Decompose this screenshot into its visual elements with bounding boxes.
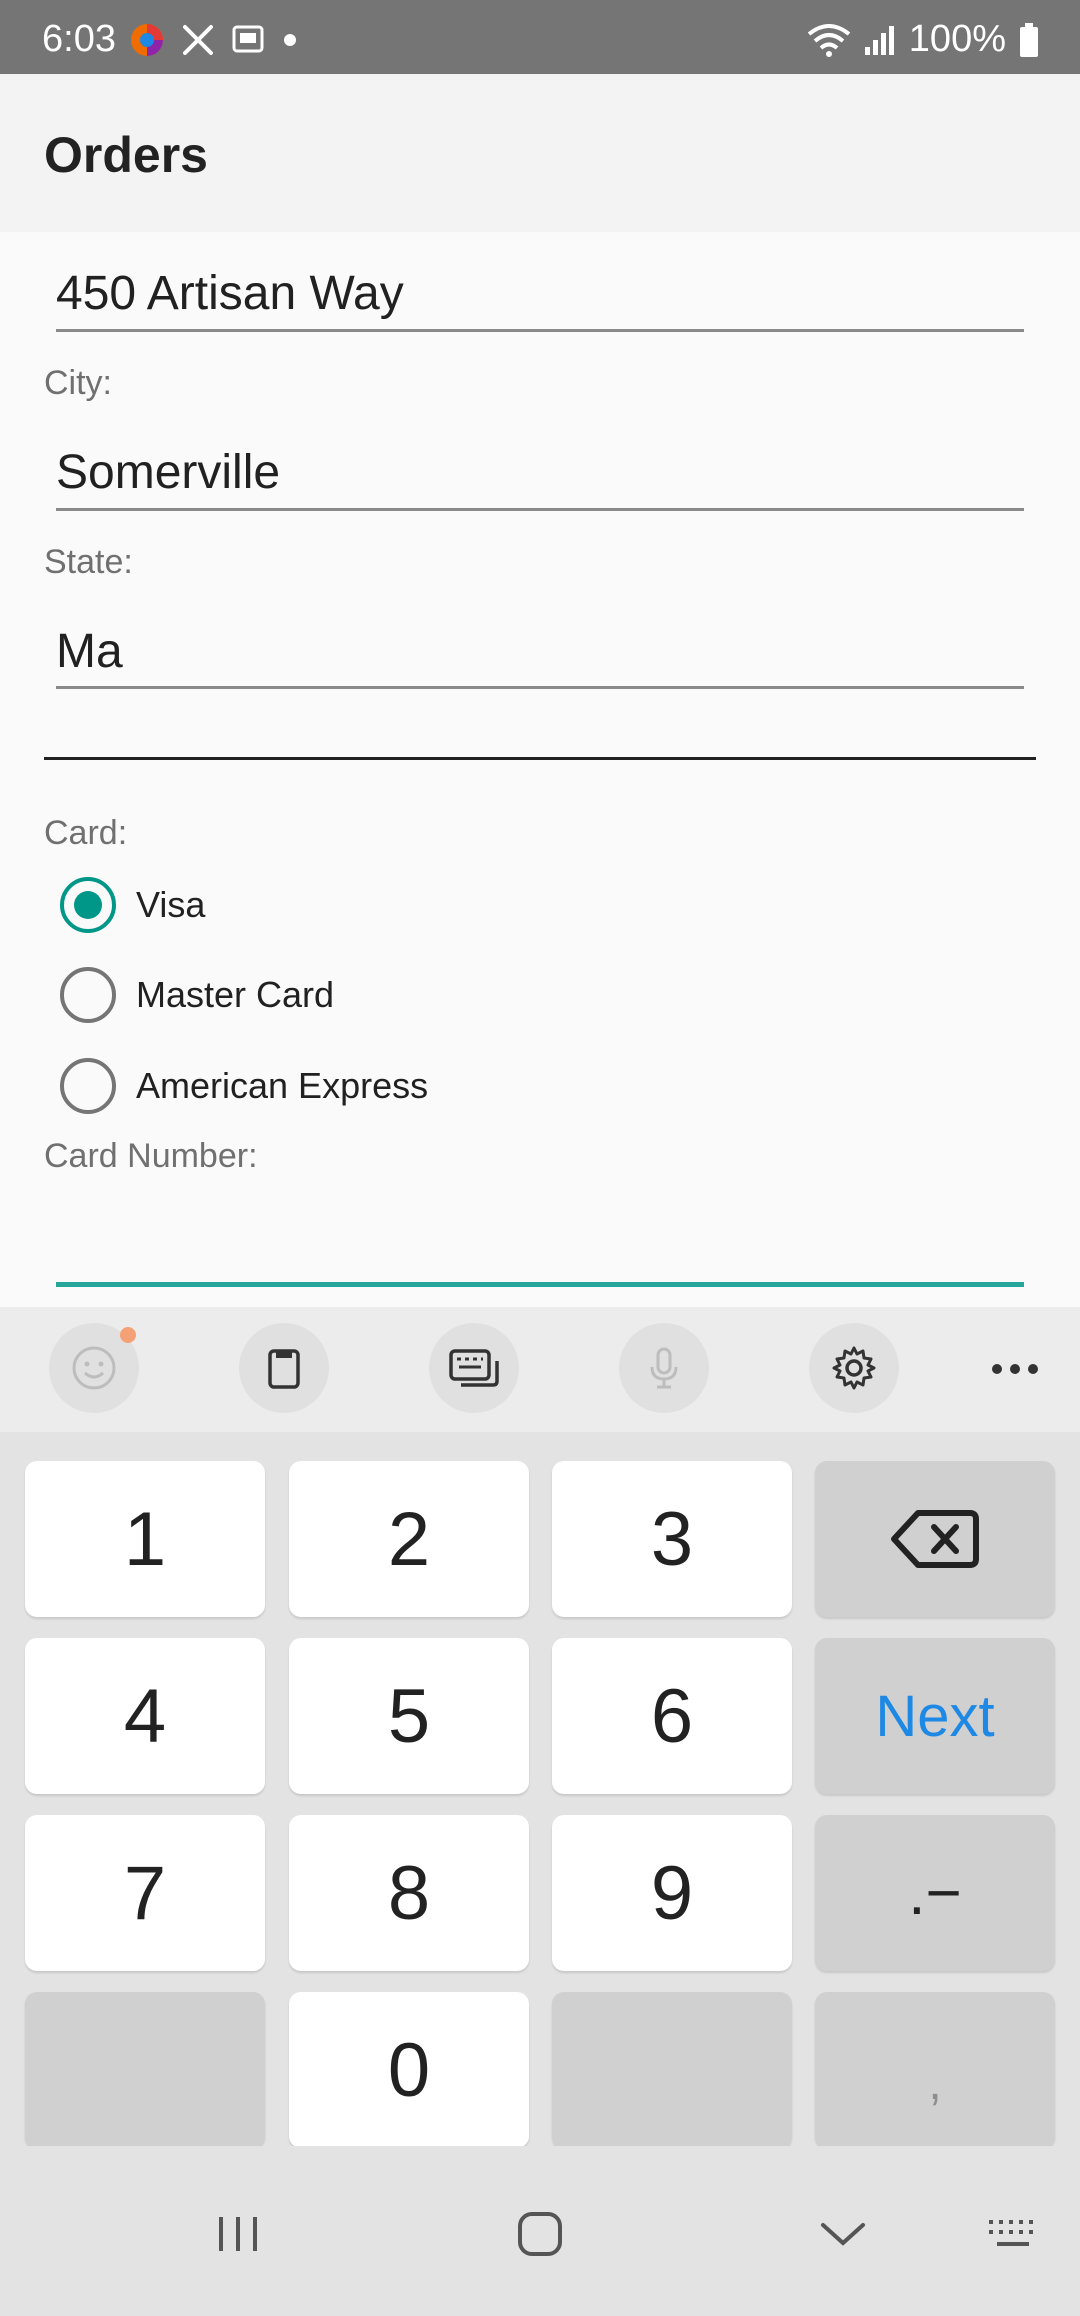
card-option-amex[interactable]: American Express — [60, 1056, 428, 1116]
battery-icon — [1020, 22, 1038, 57]
card-option-visa[interactable]: Visa — [60, 875, 205, 935]
blank-key-right — [552, 1992, 792, 2148]
card-label: Card: — [44, 814, 128, 852]
radio-visa-checked[interactable] — [60, 877, 116, 933]
more-icon — [992, 1364, 1038, 1374]
app-bar: Orders — [0, 74, 1080, 232]
card-number-underline-focused — [56, 1282, 1024, 1287]
state-field[interactable]: Ma — [56, 624, 123, 679]
clipboard-button[interactable] — [239, 1323, 329, 1413]
signal-icon — [864, 25, 894, 55]
key-4[interactable]: 4 — [25, 1638, 265, 1794]
key-2[interactable]: 2 — [289, 1461, 529, 1617]
status-bar: 6:03 100% — [0, 0, 1080, 74]
recent-apps-icon — [219, 2217, 257, 2251]
radio-amex[interactable] — [60, 1058, 116, 1114]
period-minus-key[interactable]: .− — [815, 1815, 1055, 1971]
keyboard-mode-button[interactable] — [429, 1323, 519, 1413]
comma-key[interactable]: , — [815, 1992, 1055, 2148]
mic-icon — [650, 1347, 678, 1389]
street-field[interactable]: 450 Artisan Way — [56, 266, 404, 321]
status-right: 100% — [807, 18, 1040, 61]
state-underline — [56, 686, 1024, 689]
home-icon — [518, 2212, 562, 2256]
key-8[interactable]: 8 — [289, 1815, 529, 1971]
section-divider — [44, 757, 1036, 760]
key-1[interactable]: 1 — [25, 1461, 265, 1617]
backspace-key[interactable] — [815, 1461, 1055, 1617]
notification-dot — [120, 1327, 136, 1343]
keyboard-switch-button[interactable] — [973, 2194, 1053, 2274]
wifi-icon — [807, 23, 851, 57]
state-label: State: — [44, 543, 133, 581]
key-6[interactable]: 6 — [552, 1638, 792, 1794]
city-underline — [56, 508, 1024, 511]
numeric-keyboard: 1 2 3 4 5 6 Next 7 8 9 .− 0 , — [0, 1432, 1080, 2148]
card-option-label: Visa — [136, 884, 206, 925]
backspace-icon — [891, 1510, 979, 1568]
navigation-bar — [0, 2146, 1080, 2316]
hide-keyboard-button[interactable] — [803, 2194, 883, 2274]
radio-mastercard[interactable] — [60, 967, 116, 1023]
card-number-label: Card Number: — [44, 1137, 258, 1175]
keyboard-settings-button[interactable] — [809, 1323, 899, 1413]
card-option-label: Master Card — [136, 974, 335, 1015]
keyboard-mode-icon — [449, 1349, 499, 1387]
recent-apps-button[interactable] — [198, 2194, 278, 2274]
emoji-icon — [72, 1346, 116, 1390]
blank-key-left — [25, 1992, 265, 2148]
notification-icons — [128, 20, 300, 60]
key-9[interactable]: 9 — [552, 1815, 792, 1971]
chevron-down-icon — [821, 2223, 865, 2246]
voice-input-button[interactable] — [619, 1323, 709, 1413]
key-3[interactable]: 3 — [552, 1461, 792, 1617]
key-5[interactable]: 5 — [289, 1638, 529, 1794]
home-button[interactable] — [500, 2194, 580, 2274]
dot-notification-icon — [284, 34, 296, 46]
clipboard-icon — [268, 1349, 300, 1389]
browser-notification-icon — [131, 24, 163, 56]
next-key[interactable]: Next — [815, 1638, 1055, 1794]
tools-notification-icon — [183, 25, 213, 55]
battery-percent: 100% — [908, 18, 1006, 60]
more-options-button[interactable] — [985, 1345, 1045, 1393]
app-notification-icon — [232, 25, 264, 53]
city-label: City: — [44, 364, 112, 402]
keyboard-toolbar — [0, 1307, 1080, 1432]
settings-icon — [832, 1346, 876, 1390]
street-underline — [56, 329, 1024, 332]
page-title: Orders — [44, 127, 208, 183]
key-0[interactable]: 0 — [289, 1992, 529, 2148]
card-option-mastercard[interactable]: Master Card — [60, 965, 334, 1025]
status-time: 6:03 — [42, 18, 116, 60]
city-field[interactable]: Somerville — [56, 445, 280, 500]
key-7[interactable]: 7 — [25, 1815, 265, 1971]
card-option-label: American Express — [136, 1065, 429, 1106]
keyboard-switch-icon — [989, 2220, 1033, 2246]
order-form: 450 Artisan Way City: Somerville State: … — [0, 232, 1080, 1307]
